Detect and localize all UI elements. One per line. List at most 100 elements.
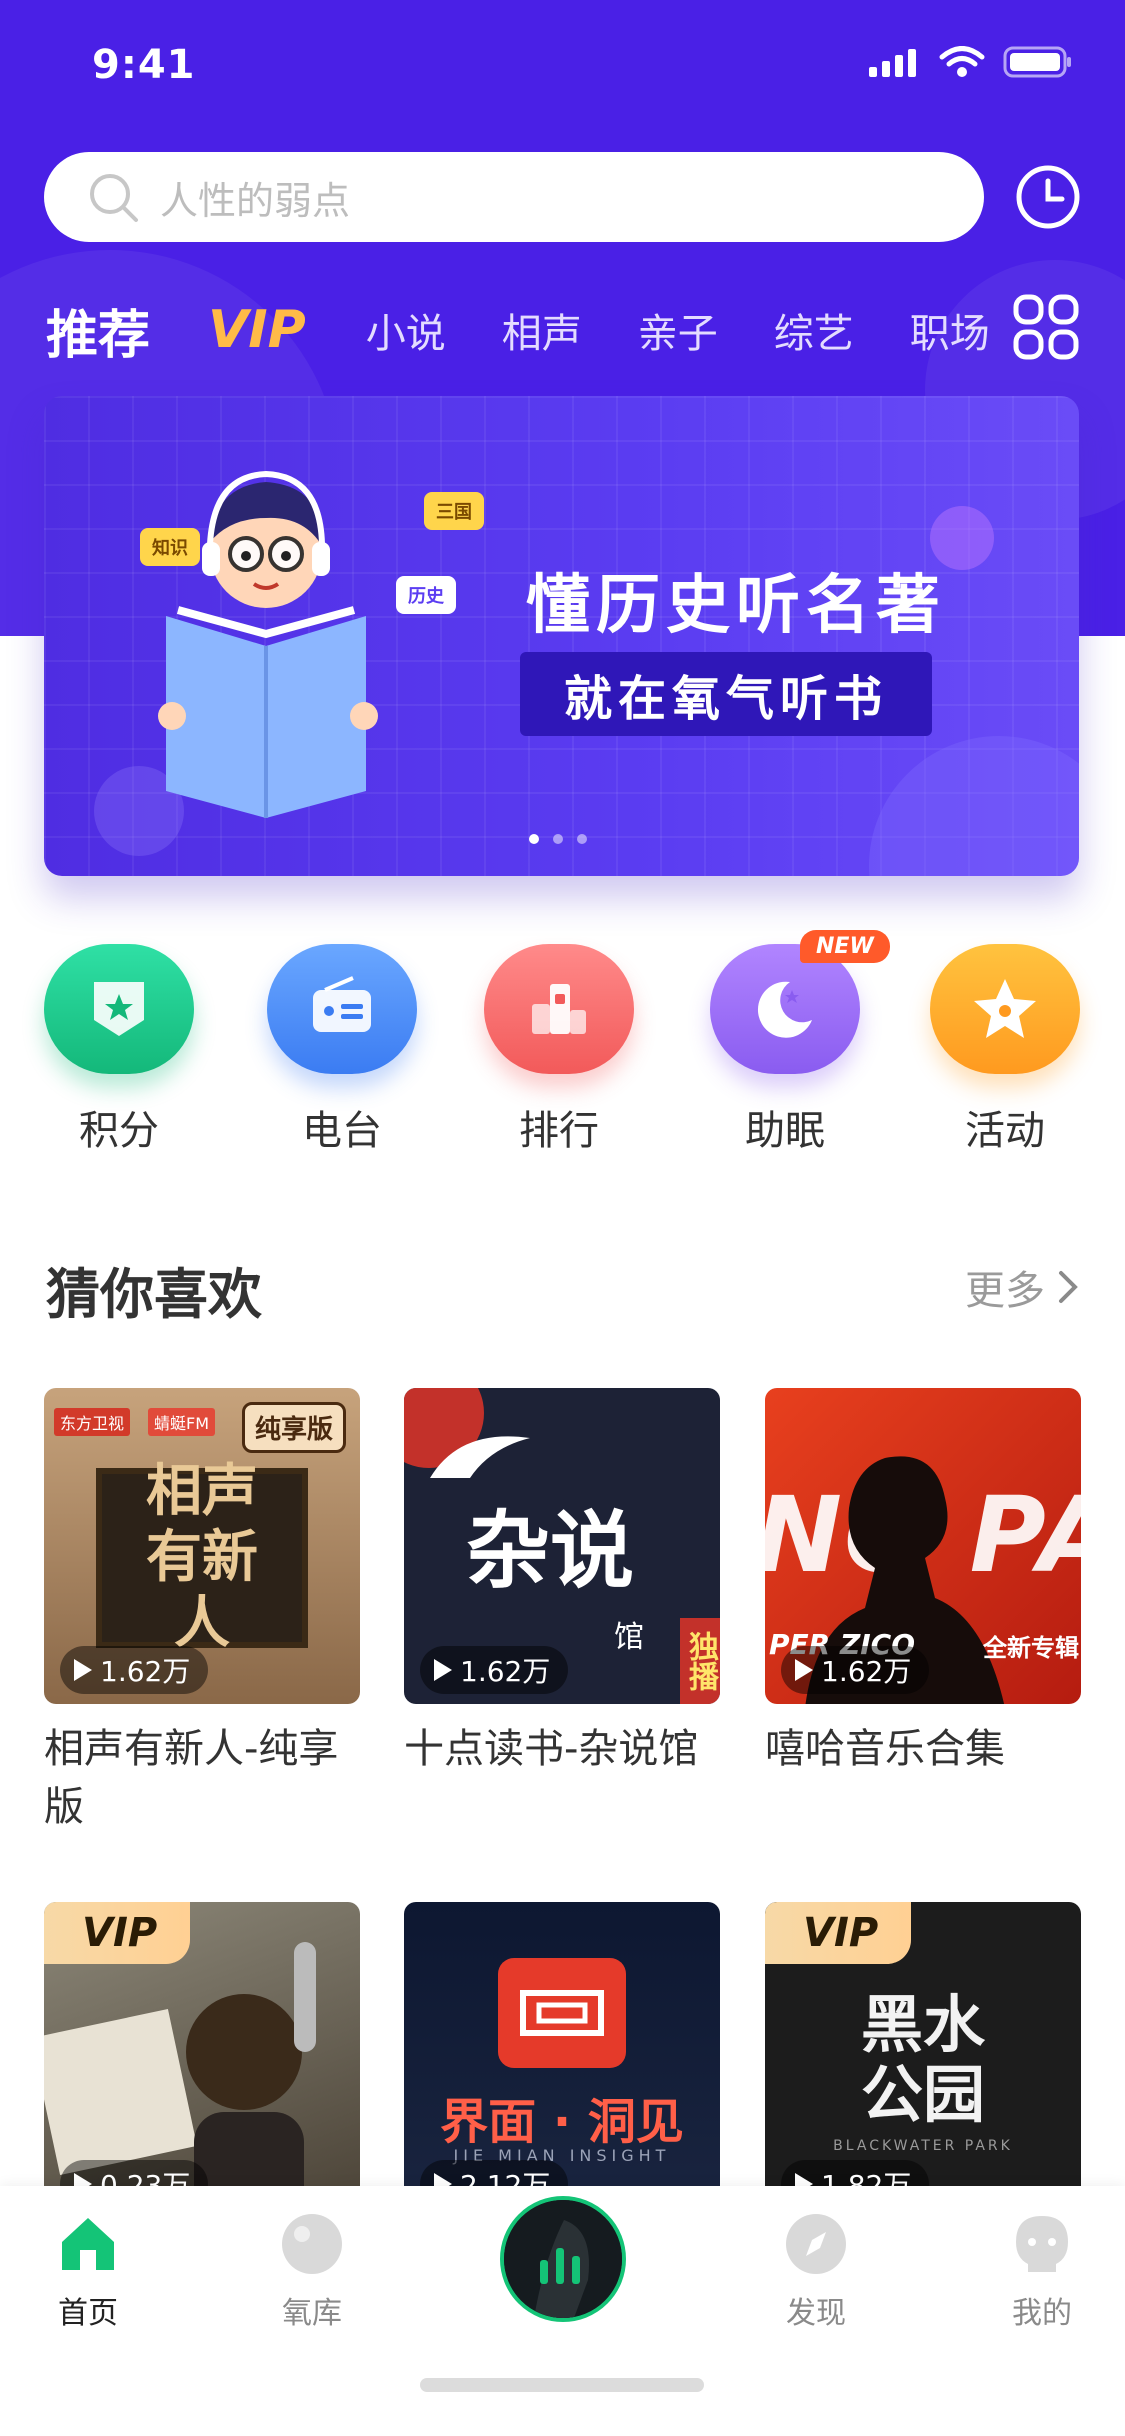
category-label: 电台 xyxy=(302,1108,382,1154)
tab-label: 首页 xyxy=(58,2296,118,2331)
play-count: 1.62万 xyxy=(60,1646,209,1694)
album-card[interactable]: 杂说 馆 独播 1.62万 十点读书-杂说馆 xyxy=(404,1388,720,1778)
home-indicator xyxy=(420,2378,704,2392)
promo-banner[interactable]: 知识 三国 历史 懂历史听名著 就在氧气听书 xyxy=(44,396,1079,876)
library-icon xyxy=(282,2214,342,2274)
section-title: 猜你喜欢 xyxy=(46,1263,262,1326)
cover-title: 黑水公园 xyxy=(860,1988,985,2131)
banner-title: 懂历史听名著 xyxy=(526,569,946,643)
category-label: 助眠 xyxy=(745,1108,825,1154)
now-playing-icon xyxy=(504,2200,622,2318)
category-label: 积分 xyxy=(79,1108,159,1154)
category-radio[interactable]: 电台 xyxy=(257,944,427,1156)
page-dot xyxy=(577,834,587,844)
activity-icon xyxy=(974,979,1036,1038)
app-screen: 9:41 人性的弱点 推荐 VIP 小说 相声 亲子 综艺 职场 知识 三国 历… xyxy=(0,0,1125,2436)
tab-discover[interactable]: 发现 xyxy=(746,2212,886,2332)
play-icon xyxy=(434,1659,452,1681)
cover-subtitle: BLACKWATER PARK xyxy=(833,2138,1013,2154)
status-bar: 9:41 xyxy=(0,0,1125,132)
tab-home[interactable]: 首页 xyxy=(18,2212,158,2332)
bottom-tab-bar: 首页 氧库 发现 我的 xyxy=(0,2186,1125,2436)
category-ranking[interactable]: 排行 xyxy=(474,944,644,1156)
tab-parenting[interactable]: 亲子 xyxy=(638,301,718,359)
tab-crosstalk[interactable]: 相声 xyxy=(502,301,582,359)
now-playing-button[interactable] xyxy=(500,2196,626,2322)
wifi-icon xyxy=(939,46,985,77)
more-link[interactable]: 更多 xyxy=(965,1258,1079,1316)
all-categories-icon[interactable] xyxy=(1013,294,1079,360)
category-tabs: 推荐 VIP 小说 相声 亲子 综艺 职场 xyxy=(46,290,1006,370)
cover-subtitle: 馆 xyxy=(614,1620,644,1655)
page-dot-active xyxy=(529,834,539,844)
play-count: 1.62万 xyxy=(420,1646,569,1694)
exclusive-tag: 独播 xyxy=(680,1618,720,1704)
album-title: 十点读书-杂说馆 xyxy=(404,1726,699,1772)
play-icon xyxy=(74,1659,92,1681)
cover-title: 界面 · 洞见 xyxy=(440,2094,684,2150)
category-points[interactable]: 积分 xyxy=(34,944,204,1156)
history-clock-icon[interactable] xyxy=(1015,164,1081,230)
search-placeholder: 人性的弱点 xyxy=(160,178,351,223)
tab-variety[interactable]: 综艺 xyxy=(774,301,854,359)
more-label: 更多 xyxy=(965,1268,1045,1314)
search-icon xyxy=(90,174,138,222)
tab-label: 我的 xyxy=(1012,2296,1072,2331)
album-cover: 东方卫视 蜻蜓FM 纯享版 相声有新人 1.62万 xyxy=(44,1388,360,1704)
cover-tag: 纯享版 xyxy=(241,1402,346,1453)
category-activity[interactable]: 活动 xyxy=(920,944,1090,1156)
radio-icon xyxy=(313,976,371,1032)
bubble-three-kingdoms: 三国 xyxy=(424,492,484,530)
channel-logo: 蜻蜓FM xyxy=(148,1408,216,1436)
album-card[interactable]: 黑水公园 BLACKWATER PARK VIP 1.82万 xyxy=(765,1902,1081,2218)
banner-pagination xyxy=(529,834,587,844)
album-cover: 杂说 馆 独播 1.62万 xyxy=(404,1388,720,1704)
album-cover: VIP 0.23万 xyxy=(44,1902,360,2218)
play-count: 1.62万 xyxy=(781,1646,930,1694)
new-badge: NEW xyxy=(800,930,890,963)
banner-subtitle: 就在氧气听书 xyxy=(520,652,932,736)
album-card[interactable]: 界面 · 洞见 JIE MIAN INSIGHT 2.12万 xyxy=(404,1902,720,2218)
quick-categories: 积分 电台 排行 NEW 助眠 活动 xyxy=(0,930,1125,1164)
channel-logo: 东方卫视 xyxy=(54,1408,131,1436)
vip-badge: VIP xyxy=(44,1902,190,1964)
ranking-icon xyxy=(532,984,586,1034)
chevron-right-icon xyxy=(1059,1271,1078,1303)
tab-career[interactable]: 职场 xyxy=(910,301,988,359)
album-card[interactable]: VIP 0.23万 xyxy=(44,1902,360,2218)
page-dot xyxy=(553,834,563,844)
album-cover: 界面 · 洞见 JIE MIAN INSIGHT 2.12万 xyxy=(404,1902,720,2218)
play-icon xyxy=(795,1659,813,1681)
category-sleep[interactable]: NEW 助眠 xyxy=(700,930,890,1156)
play-count-value: 1.62万 xyxy=(100,1655,191,1688)
play-count-value: 1.62万 xyxy=(460,1655,551,1688)
album-title: 嘻哈音乐合集 xyxy=(765,1726,1005,1772)
tab-label: 发现 xyxy=(786,2296,846,2331)
cover-title: 相声有新人 xyxy=(146,1459,258,1656)
profile-icon xyxy=(1016,2216,1068,2272)
album-card[interactable]: 东方卫视 蜻蜓FM 纯享版 相声有新人 1.62万 相声有新人-纯享版 xyxy=(44,1388,360,1836)
bubble-knowledge: 知识 xyxy=(140,528,200,566)
tab-label: 氧库 xyxy=(282,2296,342,2331)
status-time: 9:41 xyxy=(92,42,196,88)
home-icon xyxy=(62,2218,114,2270)
search-bar[interactable]: 人性的弱点 xyxy=(44,152,984,242)
category-label: 活动 xyxy=(965,1108,1045,1154)
tab-novel[interactable]: 小说 xyxy=(366,301,446,359)
play-count-value: 1.62万 xyxy=(821,1655,912,1688)
jiemian-logo-icon xyxy=(520,1990,604,2036)
tab-recommend[interactable]: 推荐 xyxy=(46,293,150,368)
album-card[interactable]: NG PAR PER ZICO 全新专辑 1.62万 嘻哈音乐合集 xyxy=(765,1388,1081,1778)
battery-icon xyxy=(1003,46,1071,78)
cover-tag: 全新专辑 xyxy=(983,1634,1079,1662)
album-cover: 黑水公园 BLACKWATER PARK VIP 1.82万 xyxy=(765,1902,1081,2218)
discover-icon xyxy=(786,2214,846,2274)
tab-profile[interactable]: 我的 xyxy=(972,2212,1112,2332)
tab-library[interactable]: 氧库 xyxy=(242,2212,382,2332)
bubble-history: 历史 xyxy=(396,576,456,614)
signal-icon xyxy=(869,49,916,77)
sleep-icon xyxy=(757,981,812,1038)
category-label: 排行 xyxy=(519,1108,599,1154)
tab-vip[interactable]: VIP xyxy=(208,300,306,360)
album-title: 相声有新人-纯享版 xyxy=(44,1726,339,1830)
